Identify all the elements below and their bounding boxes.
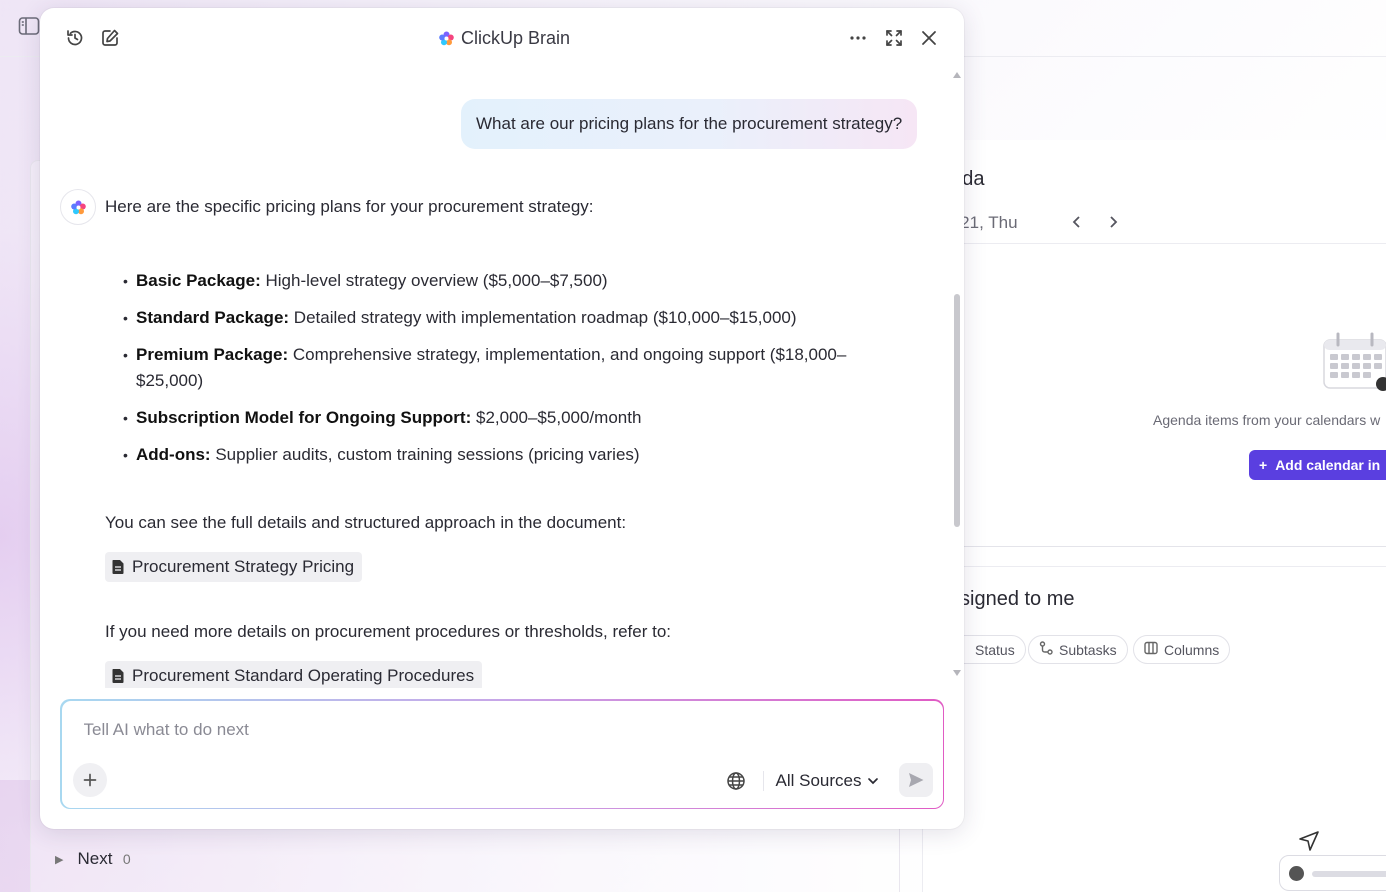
more-icon[interactable]: [848, 28, 868, 48]
ai-composer-inner: All Sources: [61, 700, 943, 808]
sources-dropdown[interactable]: All Sources: [776, 769, 880, 793]
columns-chip-label: Columns: [1164, 641, 1220, 658]
sop-reference-text: If you need more details on procurement …: [105, 622, 672, 641]
section-divider: [922, 546, 1386, 547]
scroll-down-arrow[interactable]: [953, 670, 961, 676]
document-icon: [111, 668, 125, 684]
add-calendar-label: Add calendar in: [1275, 457, 1381, 473]
navigation-arrow-icon[interactable]: [1298, 830, 1320, 852]
list-item: Subscription Model for Ongoing Support: …: [120, 405, 890, 431]
pricing-plan-list: Basic Package: High-level strategy overv…: [120, 268, 890, 479]
plan-description: Detailed strategy with implementation ro…: [293, 308, 797, 327]
add-calendar-button[interactable]: + Add calendar in: [1249, 450, 1386, 480]
document-link-sop[interactable]: Procurement Standard Operating Procedure…: [105, 661, 483, 688]
user-message-bubble: What are our pricing plans for the procu…: [461, 99, 918, 149]
close-icon[interactable]: [919, 28, 939, 48]
plan-name: Basic Package:: [136, 271, 261, 290]
chevron-down-icon: [868, 777, 879, 784]
document-link-pricing[interactable]: Procurement Strategy Pricing: [105, 552, 363, 582]
document-icon: [111, 559, 125, 575]
plan-description: Supplier audits, custom training session…: [215, 445, 640, 464]
clickup-brain-logo-icon: [438, 30, 455, 47]
plan-name: Add-ons:: [136, 445, 211, 464]
ai-composer: All Sources: [60, 699, 944, 809]
plan-name: Premium Package:: [136, 345, 289, 364]
attach-button[interactable]: [72, 762, 107, 797]
status-progress-bar: [1312, 871, 1386, 877]
plus-icon: +: [1259, 457, 1268, 473]
document-link-label: Procurement Standard Operating Procedure…: [132, 666, 475, 685]
modal-title-text: ClickUp Brain: [461, 28, 571, 48]
section-divider: [922, 566, 1386, 567]
plus-icon: [83, 773, 96, 786]
status-chip-label: Status: [975, 641, 1015, 658]
ai-response-intro: Here are the specific pricing plans for …: [105, 197, 594, 216]
ai-avatar: [60, 189, 96, 225]
caret-right-icon[interactable]: ▶: [55, 853, 63, 866]
chevron-left-icon[interactable]: [1067, 212, 1087, 232]
clickup-brain-modal: ClickUp Brain What are our pricing plans…: [40, 8, 964, 829]
send-button[interactable]: [898, 762, 933, 797]
scroll-up-arrow[interactable]: [953, 72, 961, 78]
calendar-illustration-icon: [1320, 332, 1386, 392]
columns-filter-chip[interactable]: Columns: [1133, 635, 1231, 664]
background-widget-panel: [922, 140, 1386, 892]
list-item: Standard Package: Detailed strategy with…: [120, 305, 890, 331]
document-link-label: Procurement Strategy Pricing: [132, 557, 355, 576]
bottom-status-pill[interactable]: [1279, 855, 1386, 891]
modal-header: ClickUp Brain: [40, 8, 964, 68]
new-chat-icon[interactable]: [100, 28, 120, 48]
next-group-count: 0: [122, 851, 131, 867]
next-group-label: Next: [77, 849, 113, 868]
chat-conversation: What are our pricing plans for the procu…: [40, 68, 964, 688]
sidebar-toggle-icon[interactable]: [18, 16, 40, 36]
history-icon[interactable]: [65, 28, 85, 48]
subtasks-filter-chip[interactable]: Subtasks: [1028, 635, 1128, 664]
document-reference-text: You can see the full details and structu…: [105, 513, 627, 532]
subtasks-chip-label: Subtasks: [1059, 641, 1117, 658]
next-group-row[interactable]: ▶ Next 0: [55, 849, 131, 869]
columns-icon: [1144, 641, 1158, 658]
expand-icon[interactable]: [884, 28, 904, 48]
send-icon: [908, 772, 923, 787]
divider: [762, 770, 764, 791]
agenda-divider: [922, 243, 1386, 244]
list-item: Add-ons: Supplier audits, custom trainin…: [120, 442, 890, 468]
assigned-to-me-title: signed to me: [960, 588, 1075, 610]
chevron-right-icon[interactable]: [1103, 212, 1123, 232]
plan-name: Standard Package:: [136, 308, 290, 327]
clickup-brain-logo-icon: [70, 200, 86, 214]
modal-title: ClickUp Brain: [438, 28, 570, 49]
plan-description: $2,000–$5,000/month: [475, 408, 642, 427]
plan-description: High-level strategy overview ($5,000–$7,…: [265, 271, 608, 290]
list-item: Premium Package: Comprehensive strategy,…: [120, 342, 890, 394]
agenda-empty-text: Agenda items from your calendars w: [1153, 412, 1381, 428]
scrollbar-thumb[interactable]: [954, 294, 960, 527]
list-item: Basic Package: High-level strategy overv…: [120, 268, 890, 294]
check-circle-icon: [1289, 866, 1304, 881]
subtasks-icon: [1039, 641, 1053, 658]
plan-name: Subscription Model for Ongoing Support:: [136, 408, 472, 427]
globe-icon[interactable]: [726, 771, 746, 791]
ai-prompt-input[interactable]: [83, 716, 904, 743]
sources-dropdown-label: All Sources: [775, 770, 862, 790]
